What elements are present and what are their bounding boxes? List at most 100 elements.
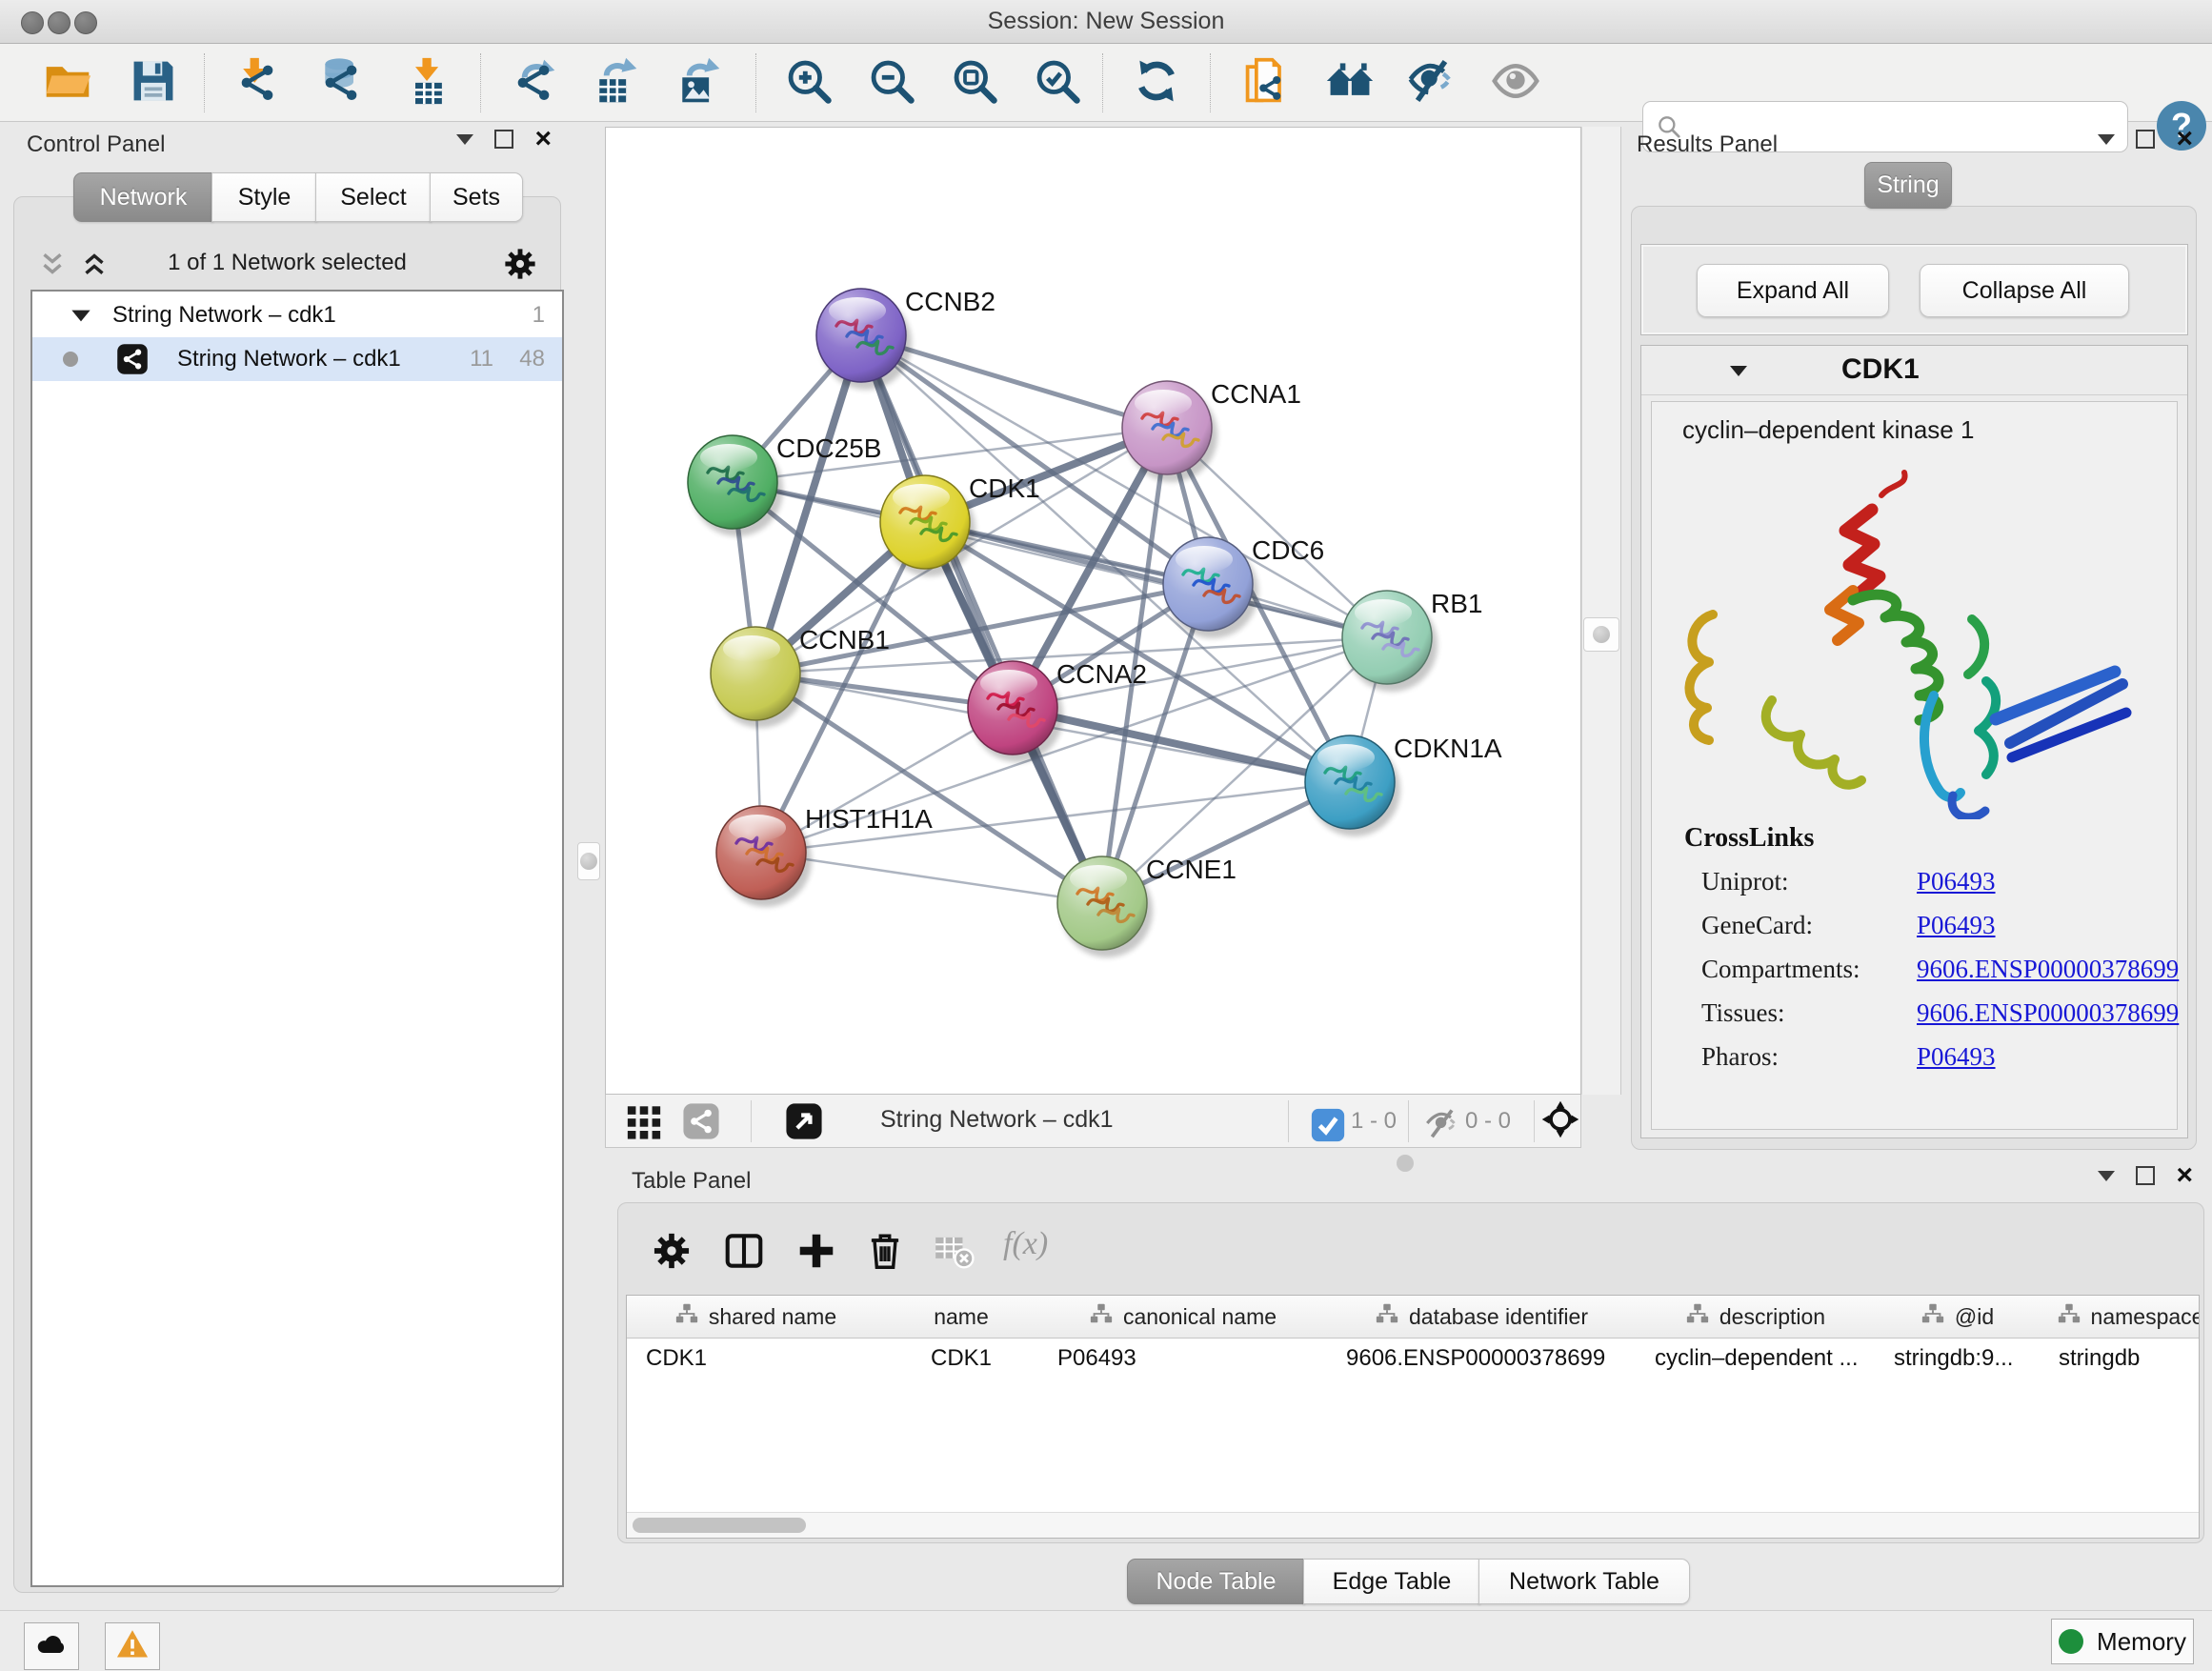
import-network-button[interactable] <box>230 55 285 111</box>
column-header-namespace[interactable]: namespace <box>2040 1296 2200 1339</box>
crosslink-link[interactable]: 9606.ENSP00000378699 <box>1917 955 2179 984</box>
column-header-shared-name[interactable]: shared name <box>627 1296 885 1339</box>
scrollbar-thumb[interactable] <box>633 1518 806 1533</box>
tab-edge-table[interactable]: Edge Table <box>1303 1559 1480 1604</box>
import-table-icon <box>403 56 452 111</box>
table-cell[interactable]: CDK1 <box>884 1338 1038 1379</box>
column-header-database-identifier[interactable]: database identifier <box>1327 1296 1637 1339</box>
tab-network-table[interactable]: Network Table <box>1478 1559 1690 1604</box>
section-collapse-icon[interactable] <box>1725 357 1752 384</box>
network-row-selected[interactable]: String Network – cdk1 11 48 <box>32 337 562 381</box>
network-collection-row[interactable]: String Network – cdk1 1 <box>32 293 562 337</box>
import-network-from-database-button[interactable] <box>313 55 369 111</box>
table-cell[interactable]: stringdb:9... <box>1875 1338 2040 1379</box>
delete-column-icon[interactable] <box>864 1230 908 1274</box>
export-table-button[interactable] <box>588 55 643 111</box>
network-node-CDKN1A[interactable]: CDKN1A <box>1305 734 1502 836</box>
export-network-button[interactable] <box>506 55 561 111</box>
panel-close-icon[interactable]: × <box>2176 130 2193 149</box>
tab-network[interactable]: Network <box>73 172 213 222</box>
right-splitter-handle[interactable] <box>1583 617 1619 652</box>
string-home-button[interactable] <box>1322 55 1377 111</box>
show-columns-icon[interactable] <box>723 1230 767 1274</box>
panel-float-icon[interactable] <box>2136 1166 2155 1185</box>
memory-button[interactable]: Memory <box>2051 1619 2194 1664</box>
table-cell[interactable]: cyclin–dependent ... <box>1636 1338 1875 1379</box>
open-session-button[interactable] <box>40 55 95 111</box>
network-node-CDK1[interactable]: CDK1 <box>880 473 1040 576</box>
expand-all-button[interactable]: Expand All <box>1697 264 1889 317</box>
cloud-status-button[interactable] <box>24 1622 79 1670</box>
column-header-name[interactable]: name <box>884 1296 1039 1339</box>
node-label-CCNA1: CCNA1 <box>1211 379 1301 409</box>
collapse-all-button[interactable]: Collapse All <box>1920 264 2129 317</box>
zoom-fit-button[interactable] <box>947 55 1002 111</box>
tab-sets[interactable]: Sets <box>430 172 523 222</box>
column-label: canonical name <box>1123 1304 1277 1330</box>
panel-float-icon[interactable] <box>2136 130 2155 149</box>
tab-select[interactable]: Select <box>315 172 432 222</box>
zoom-selected-button[interactable] <box>1030 55 1085 111</box>
warnings-button[interactable] <box>105 1622 160 1670</box>
network-edge-CCNE1-HIST1H1A <box>761 853 1102 903</box>
column-header-canonical-name[interactable]: canonical name <box>1038 1296 1328 1339</box>
network-badge-icon[interactable] <box>682 1102 720 1140</box>
table-cell[interactable]: CDK1 <box>627 1338 884 1379</box>
show-glass-button[interactable] <box>1488 55 1543 111</box>
crosslink-label: Uniprot: <box>1701 867 1789 896</box>
hide-glass-button[interactable] <box>1404 55 1459 111</box>
panel-close-icon[interactable]: × <box>534 130 552 149</box>
refresh-layout-button[interactable] <box>1129 55 1184 111</box>
table-cell[interactable]: stringdb <box>2040 1338 2200 1379</box>
save-session-button[interactable] <box>126 55 181 111</box>
table-cell[interactable]: P06493 <box>1038 1338 1327 1379</box>
network-node-CCNB2[interactable]: CCNB2 <box>816 287 995 390</box>
gene-section-header[interactable]: CDK1 <box>1641 346 2187 395</box>
tree-expand-icon[interactable] <box>67 301 95 330</box>
network-options-gear-icon[interactable] <box>502 246 538 282</box>
network-node-RB1[interactable]: RB1 <box>1342 589 1482 692</box>
panel-close-icon[interactable]: × <box>2176 1166 2193 1185</box>
hidden-count: 0 - 0 <box>1465 1108 1511 1135</box>
horizontal-scrollbar[interactable] <box>627 1512 2199 1538</box>
network-view-canvas[interactable]: CCNB2CCNA1CDC25BCDK1CDC6RB1CCNB1CCNA2CDK… <box>605 127 1581 1095</box>
network-node-CDC25B[interactable]: CDC25B <box>688 433 881 536</box>
crosslink-link[interactable]: 9606.ENSP00000378699 <box>1917 998 2179 1028</box>
import-table-button[interactable] <box>400 55 455 111</box>
left-splitter-handle[interactable] <box>577 842 600 880</box>
crosslink-link[interactable]: P06493 <box>1917 867 1996 896</box>
export-image-button[interactable] <box>671 55 726 111</box>
node-label-CDKN1A: CDKN1A <box>1394 734 1502 763</box>
hidden-eye-icon[interactable] <box>1423 1104 1458 1138</box>
tab-style[interactable]: Style <box>211 172 317 222</box>
network-node-HIST1H1A[interactable]: HIST1H1A <box>716 804 933 907</box>
node-label-CDK1: CDK1 <box>969 473 1040 503</box>
crosslink-link[interactable]: P06493 <box>1917 911 1996 940</box>
network-node-CCNB1[interactable]: CCNB1 <box>711 625 890 728</box>
birdseye-view-icon[interactable] <box>785 1102 823 1140</box>
clone-network-button[interactable] <box>1239 55 1295 111</box>
network-node-CCNE1[interactable]: CCNE1 <box>1057 855 1237 957</box>
network-node-CCNA2[interactable]: CCNA2 <box>968 659 1147 762</box>
panel-menu-icon[interactable] <box>2098 1171 2115 1181</box>
column-label: shared name <box>709 1304 836 1330</box>
zoom-in-button[interactable] <box>781 55 836 111</box>
panel-menu-icon[interactable] <box>456 134 473 145</box>
tab-node-table[interactable]: Node Table <box>1127 1559 1305 1604</box>
add-column-icon[interactable] <box>795 1230 839 1274</box>
zoom-out-button[interactable] <box>864 55 919 111</box>
crosslink-link[interactable]: P06493 <box>1917 1042 1996 1072</box>
selected-checkbox-icon[interactable] <box>1309 1106 1339 1137</box>
crosshair-icon[interactable] <box>1541 1100 1583 1142</box>
panel-float-icon[interactable] <box>494 130 513 149</box>
panel-menu-icon[interactable] <box>2098 134 2115 145</box>
tab-string[interactable]: String <box>1864 162 1952 209</box>
table-cell[interactable]: 9606.ENSP00000378699 <box>1327 1338 1636 1379</box>
network-node-CCNA1[interactable]: CCNA1 <box>1122 379 1301 482</box>
gene-detail-box: cyclin–dependent kinase 1 CrossLinks Uni… <box>1651 401 2178 1130</box>
table-options-gear-icon[interactable] <box>651 1230 694 1274</box>
column-header-description[interactable]: description <box>1636 1296 1876 1339</box>
grid-view-icon[interactable] <box>625 1102 663 1140</box>
right-splitter[interactable] <box>1581 127 1621 1095</box>
column-header--id[interactable]: @id <box>1875 1296 2041 1339</box>
